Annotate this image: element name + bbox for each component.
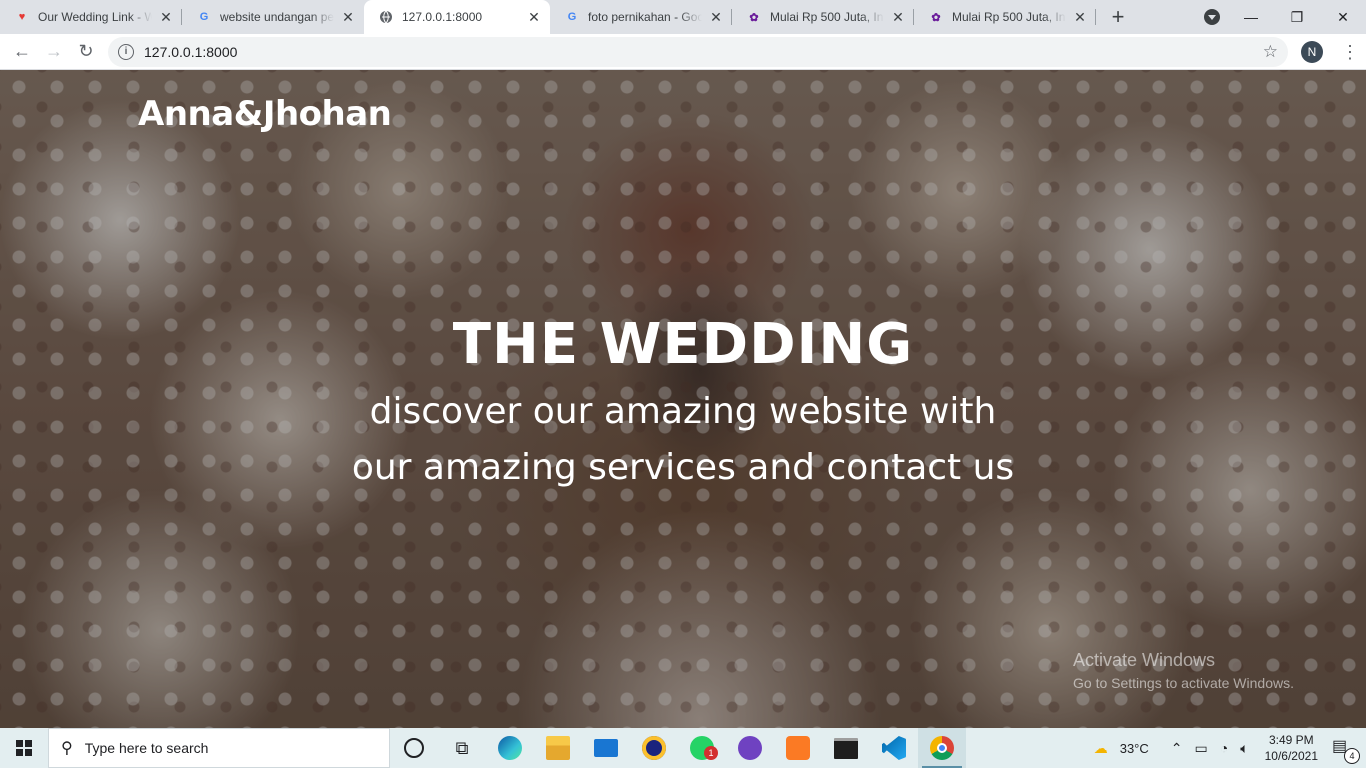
mail-icon[interactable] (582, 728, 630, 768)
url-text: 127.0.0.1:8000 (144, 44, 238, 60)
close-icon[interactable]: ✕ (158, 9, 174, 25)
nbc-icon: ✿ (749, 11, 759, 24)
close-icon[interactable]: ✕ (1072, 9, 1088, 25)
site-brand[interactable]: Anna&Jhohan (138, 94, 392, 134)
clock[interactable]: 3:49 PM 10/6/2021 (1265, 732, 1318, 764)
battery-icon[interactable]: ▭ (1195, 740, 1208, 757)
taskbar: ⚲ ⧉ 1 ☁ 33°C ⌃ ▭ ◔ (0, 728, 1366, 768)
notification-center-icon[interactable]: ▤ 4 (1332, 736, 1360, 764)
browser-toolbar: ← → ↻ i 127.0.0.1:8000 ☆ N ⋮ (0, 34, 1366, 70)
google-icon: G (567, 11, 577, 23)
taskbar-search-input[interactable] (82, 739, 367, 757)
chrome-icon[interactable] (918, 728, 966, 768)
window-controls: — ❐ ✕ (1228, 0, 1366, 34)
close-icon[interactable]: ✕ (526, 9, 542, 25)
new-tab-button[interactable]: + (1104, 3, 1132, 31)
close-icon[interactable]: ✕ (340, 9, 356, 25)
forward-icon[interactable]: → (38, 36, 70, 68)
github-desktop-icon[interactable] (726, 728, 774, 768)
cortana-icon[interactable] (390, 728, 438, 768)
activate-windows-watermark: Activate Windows Go to Settings to activ… (1073, 650, 1294, 691)
whatsapp-icon[interactable]: 1 (678, 728, 726, 768)
edge-icon[interactable] (486, 728, 534, 768)
hero-title: THE WEDDING (452, 312, 914, 377)
task-view-icon[interactable]: ⧉ (438, 728, 486, 768)
tab-title: website undangan per (220, 10, 334, 24)
app-hex-icon[interactable] (630, 728, 678, 768)
weather-icon[interactable]: ☁ (1094, 740, 1108, 757)
taskbar-search[interactable]: ⚲ (48, 728, 390, 768)
minimize-icon[interactable]: — (1228, 9, 1274, 25)
xampp-icon[interactable] (774, 728, 822, 768)
tab-title: Mulai Rp 500 Juta, Ini (770, 10, 884, 24)
tab-title: Our Wedding Link - W (38, 10, 152, 24)
clock-time: 3:49 PM (1268, 733, 1314, 747)
tab-5[interactable]: ✿ Mulai Rp 500 Juta, Ini ✕ (914, 0, 1096, 34)
bookmark-star-icon[interactable]: ☆ (1263, 42, 1278, 62)
vscode-icon[interactable] (870, 728, 918, 768)
wifi-icon[interactable]: ◔ (1220, 740, 1228, 756)
tab-title: Mulai Rp 500 Juta, Ini (952, 10, 1066, 24)
file-explorer-icon[interactable] (534, 728, 582, 768)
profile-avatar[interactable]: N (1301, 41, 1323, 63)
close-icon[interactable]: ✕ (890, 9, 906, 25)
hero-subtitle: discover our amazing website with our am… (0, 384, 1366, 496)
system-tray: ☁ 33°C ⌃ ▭ ◔ 🔈︎ 3:49 PM 10/6/2021 ▤ 4 (1088, 728, 1366, 768)
tab-4[interactable]: ✿ Mulai Rp 500 Juta, Ini ✕ (732, 0, 914, 34)
tab-2[interactable]: 127.0.0.1:8000 ✕ (364, 0, 550, 34)
watermark-line1: Activate Windows (1073, 650, 1216, 670)
clock-date: 10/6/2021 (1264, 749, 1318, 763)
back-icon[interactable]: ← (6, 36, 38, 68)
globe-icon (378, 9, 394, 25)
tab-search-icon[interactable] (1204, 9, 1220, 25)
close-window-icon[interactable]: ✕ (1320, 9, 1366, 26)
notification-count: 4 (1344, 748, 1360, 764)
heart-icon: ♥ (18, 11, 26, 23)
info-icon[interactable]: i (118, 44, 134, 60)
volume-icon[interactable]: 🔈︎ (1240, 740, 1248, 757)
hero-subtitle-line2: our amazing services and contact us (351, 447, 1015, 488)
page-hero-background: Anna&Jhohan THE WEDDING discover our ama… (0, 70, 1366, 728)
nbc-icon: ✿ (931, 11, 941, 24)
tab-title: 127.0.0.1:8000 (402, 10, 483, 24)
close-icon[interactable]: ✕ (708, 9, 724, 25)
whatsapp-badge: 1 (704, 746, 718, 760)
tab-strip: ♥ Our Wedding Link - W ✕ G website undan… (0, 0, 1366, 34)
hero-section: THE WEDDING discover our amazing website… (0, 310, 1366, 496)
address-bar[interactable]: i 127.0.0.1:8000 ☆ (108, 37, 1288, 67)
tab-1[interactable]: G website undangan per ✕ (182, 0, 364, 34)
tab-title: foto pernikahan - Goo (588, 10, 702, 24)
search-icon: ⚲ (61, 740, 73, 757)
tab-0[interactable]: ♥ Our Wedding Link - W ✕ (0, 0, 182, 34)
menu-icon[interactable]: ⋮ (1340, 39, 1360, 65)
restore-icon[interactable]: ❐ (1274, 9, 1320, 26)
chevron-up-icon[interactable]: ⌃ (1171, 740, 1183, 757)
google-icon: G (199, 11, 209, 23)
reload-icon[interactable]: ↻ (70, 36, 102, 68)
temperature[interactable]: 33°C (1120, 741, 1149, 756)
watermark-line2: Go to Settings to activate Windows. (1073, 675, 1294, 691)
terminal-icon[interactable] (822, 728, 870, 768)
windows-start-icon[interactable] (0, 728, 48, 768)
hero-subtitle-line1: discover our amazing website with (369, 391, 997, 432)
tab-3[interactable]: G foto pernikahan - Goo ✕ (550, 0, 732, 34)
